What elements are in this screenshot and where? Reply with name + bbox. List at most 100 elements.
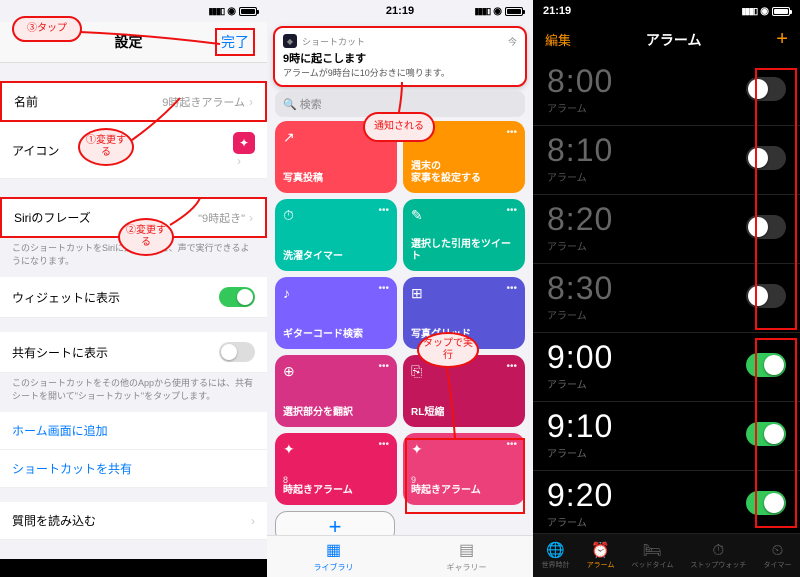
shortcuts-app-icon: ◆ xyxy=(283,34,297,48)
wand-icon: ✦ xyxy=(233,132,255,154)
tab-0[interactable]: 🌐世界時計 xyxy=(542,541,570,570)
more-icon[interactable]: ••• xyxy=(506,283,517,294)
tab-gallery[interactable]: ▤ギャラリー xyxy=(447,540,487,573)
shortcut-tile[interactable]: ⊕•••選択部分を翻訳 xyxy=(275,355,397,427)
alarm-label: アラーム xyxy=(547,376,613,391)
add-to-home-row[interactable]: ホーム画面に追加 xyxy=(0,412,267,450)
stack-icon: ▤ xyxy=(459,540,474,560)
alarm-time: 8:30 xyxy=(547,270,613,307)
notif-body: アラームが9時台に10分おきに鳴ります。 xyxy=(283,66,517,79)
alarm-row[interactable]: 9:00アラーム xyxy=(533,333,800,402)
alarm-toggle[interactable] xyxy=(746,491,786,515)
shortcut-tile[interactable]: ♪•••ギターコード検索 xyxy=(275,277,397,349)
alarm-toggle[interactable] xyxy=(746,284,786,308)
shortcut-tile[interactable]: ✎•••選択した引用をツイート xyxy=(403,199,525,271)
shortcut-tile[interactable]: ✦•••8時起きアラーム xyxy=(275,433,397,505)
tile-icon: ⏱ xyxy=(283,207,294,223)
wifi-icon xyxy=(760,5,769,17)
tile-icon: ⊕ xyxy=(283,363,295,379)
alarm-toggle[interactable] xyxy=(746,422,786,446)
tab-1[interactable]: ⏰アラーム xyxy=(587,541,615,570)
nav-title: 設定 xyxy=(115,32,143,52)
shortcut-tile[interactable]: ✦•••9時起きアラーム xyxy=(403,433,525,505)
signal-icon xyxy=(741,5,757,17)
battery-icon xyxy=(505,7,523,16)
tab-icon: ⏰ xyxy=(591,541,610,559)
more-icon[interactable]: ••• xyxy=(378,205,389,216)
tab-2[interactable]: 🛏ベッドタイム xyxy=(631,541,673,570)
signal-icon xyxy=(474,5,490,17)
alarm-row[interactable]: 9:10アラーム xyxy=(533,402,800,471)
more-icon[interactable]: ••• xyxy=(378,439,389,450)
wifi-icon xyxy=(227,5,236,17)
alarm-row[interactable]: 8:20アラーム xyxy=(533,195,800,264)
alarm-time: 9:10 xyxy=(547,408,613,445)
shortcuts-panel: 21:19 ◆ ショートカット 今 9時に起こします アラームが9時台に10分お… xyxy=(267,0,533,577)
signal-icon xyxy=(208,5,224,17)
import-questions-row[interactable]: 質問を読み込む› xyxy=(0,502,267,540)
tile-icon: ♪ xyxy=(283,285,290,301)
alarm-label: アラーム xyxy=(547,445,613,460)
tab-library[interactable]: ▦ライブラリ xyxy=(314,540,354,573)
share-toggle[interactable] xyxy=(219,342,255,362)
tile-icon: ⊞ xyxy=(411,285,423,301)
alarm-time: 9:20 xyxy=(547,477,613,514)
alarm-toggle[interactable] xyxy=(746,146,786,170)
share-label: 共有シートに表示 xyxy=(12,344,108,361)
notification-banner[interactable]: ◆ ショートカット 今 9時に起こします アラームが9時台に10分おきに鳴ります… xyxy=(273,26,527,87)
share-help: このショートカットをその他のAppから使用するには、共有シートを開いて"ショート… xyxy=(0,373,267,412)
callout-notify: 通知される xyxy=(363,112,435,142)
nav-bar: 編集 アラーム + xyxy=(533,22,800,57)
tab-icon: 🌐 xyxy=(546,541,565,559)
alarm-row[interactable]: 8:30アラーム xyxy=(533,264,800,333)
siri-value: "9時起き" xyxy=(198,213,245,225)
siri-label: Siriのフレーズ xyxy=(14,209,91,226)
alarm-list: 8:00アラーム8:10アラーム8:20アラーム8:30アラーム9:00アラーム… xyxy=(533,57,800,540)
grid-icon: ▦ xyxy=(326,540,341,560)
more-icon[interactable]: ••• xyxy=(378,361,389,372)
wifi-icon xyxy=(493,5,502,17)
tab-bar: 🌐世界時計 ⏰アラーム 🛏ベッドタイム ⏱ストップウォッチ ⏲タイマー xyxy=(533,533,800,577)
shortcut-tile[interactable]: ⏱•••洗濯タイマー xyxy=(275,199,397,271)
tile-icon: ✎ xyxy=(411,207,423,223)
icon-label: アイコン xyxy=(12,142,59,159)
chevron-icon: › xyxy=(237,154,241,168)
widget-row[interactable]: ウィジェットに表示 xyxy=(0,277,267,318)
more-icon[interactable]: ••• xyxy=(506,205,517,216)
share-sheet-row[interactable]: 共有シートに表示 xyxy=(0,332,267,373)
name-row[interactable]: 名前 9時起きアラーム› xyxy=(0,81,267,122)
shortcut-tile[interactable]: ⎘•••RL短縮 xyxy=(403,355,525,427)
tile-icon: ↗ xyxy=(283,129,295,145)
add-alarm-button[interactable]: + xyxy=(776,28,788,51)
alarm-row[interactable]: 9:20アラーム xyxy=(533,471,800,540)
alarm-toggle[interactable] xyxy=(746,353,786,377)
chevron-icon: › xyxy=(249,211,253,225)
tab-icon: ⏲ xyxy=(772,542,784,559)
tab-4[interactable]: ⏲タイマー xyxy=(763,542,791,570)
more-icon[interactable]: ••• xyxy=(506,361,517,372)
status-bar: 21:19 xyxy=(533,0,800,22)
tile-icon: ⎘ xyxy=(411,363,422,379)
share-shortcut-row[interactable]: ショートカットを共有 xyxy=(0,450,267,488)
alarm-label: アラーム xyxy=(547,238,613,253)
status-time: 21:19 xyxy=(543,5,571,17)
alarm-row[interactable]: 8:00アラーム xyxy=(533,57,800,126)
notif-title: 9時に起こします xyxy=(283,50,517,66)
alarm-label: アラーム xyxy=(547,307,613,322)
more-icon[interactable]: ••• xyxy=(378,283,389,294)
tab-bar: ▦ライブラリ ▤ギャラリー xyxy=(267,535,533,577)
edit-button[interactable]: 編集 xyxy=(545,30,571,49)
settings-panel: 設定 完了 名前 9時起きアラーム› アイコン ✦› Siriのフレーズ "9時… xyxy=(0,0,267,577)
status-time: 21:19 xyxy=(386,5,414,17)
done-button[interactable]: 完了 xyxy=(215,28,255,56)
more-icon[interactable]: ••• xyxy=(506,439,517,450)
alarm-toggle[interactable] xyxy=(746,215,786,239)
more-icon[interactable]: ••• xyxy=(506,127,517,138)
widget-label: ウィジェットに表示 xyxy=(12,289,120,306)
status-bar: 21:19 xyxy=(267,0,533,22)
widget-toggle[interactable] xyxy=(219,287,255,307)
callout-2: ②変更する xyxy=(118,218,174,256)
tab-3[interactable]: ⏱ストップウォッチ xyxy=(690,542,746,570)
alarm-row[interactable]: 8:10アラーム xyxy=(533,126,800,195)
alarm-toggle[interactable] xyxy=(746,77,786,101)
